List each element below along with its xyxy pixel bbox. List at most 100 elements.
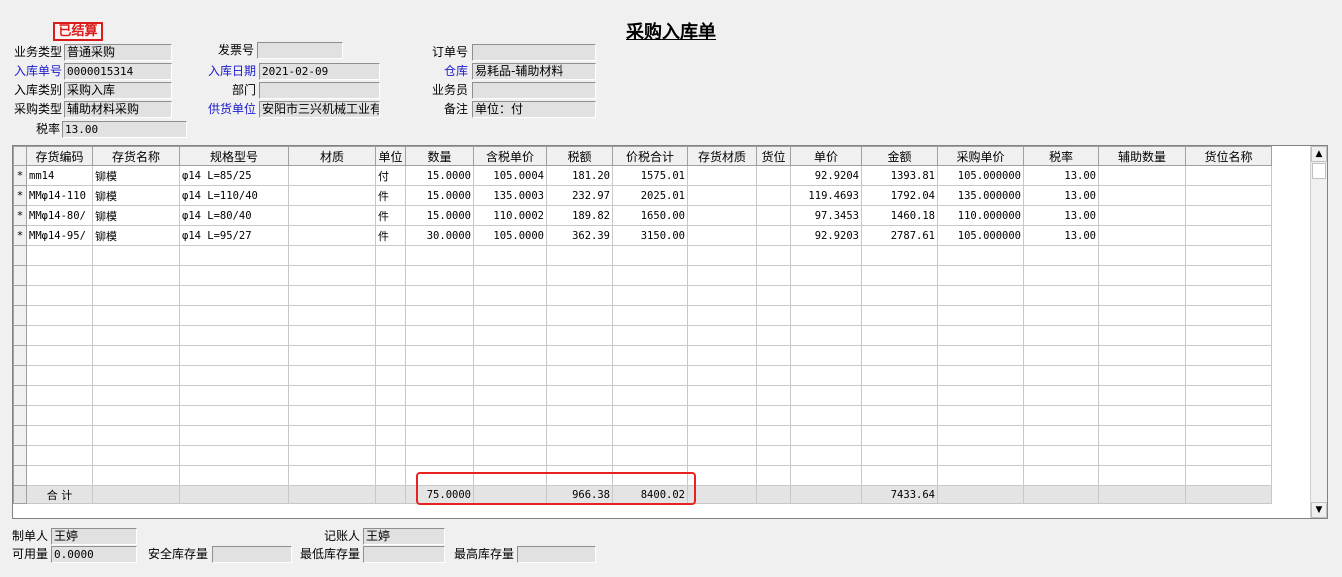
table-cell[interactable] [687, 205, 757, 226]
purchase-type-field[interactable]: 辅助材料采购 [64, 101, 172, 118]
scroll-thumb[interactable] [1312, 163, 1326, 179]
table-cell[interactable]: MMφ14-110 [26, 185, 93, 206]
table-cell[interactable] [1023, 385, 1099, 406]
table-cell[interactable] [1185, 305, 1272, 326]
table-cell[interactable]: 2025.01 [612, 185, 688, 206]
table-cell[interactable] [937, 465, 1024, 486]
table-cell[interactable] [612, 425, 688, 446]
table-cell[interactable]: 119.4693 [790, 185, 862, 206]
table-cell[interactable]: 1460.18 [861, 205, 938, 226]
table-cell[interactable] [288, 165, 376, 186]
table-cell[interactable] [1185, 425, 1272, 446]
table-cell[interactable] [405, 305, 474, 326]
table-cell[interactable] [546, 345, 613, 366]
table-cell[interactable] [790, 425, 862, 446]
table-cell[interactable] [179, 425, 289, 446]
column-header[interactable]: 数量 [405, 146, 474, 166]
table-cell[interactable] [756, 225, 791, 246]
table-cell[interactable]: 件 [375, 185, 406, 206]
table-cell[interactable]: 135.000000 [937, 185, 1024, 206]
table-cell[interactable] [861, 345, 938, 366]
row-indicator[interactable] [13, 345, 27, 366]
table-cell[interactable]: 181.20 [546, 165, 613, 186]
row-indicator[interactable] [13, 425, 27, 446]
row-indicator[interactable] [13, 385, 27, 406]
table-cell[interactable] [92, 385, 180, 406]
table-cell[interactable] [1098, 465, 1186, 486]
table-cell[interactable] [375, 385, 406, 406]
table-cell[interactable] [1098, 405, 1186, 426]
table-cell[interactable] [179, 245, 289, 266]
row-indicator[interactable]: * [13, 165, 27, 186]
order-no-field[interactable] [472, 44, 596, 61]
table-cell[interactable] [473, 285, 547, 306]
maker-field[interactable]: 王婷 [51, 528, 137, 545]
table-cell[interactable]: 1792.04 [861, 185, 938, 206]
table-cell[interactable]: 105.0000 [473, 225, 547, 246]
table-cell[interactable] [687, 245, 757, 266]
receipt-date-label[interactable]: 入库日期 [200, 63, 256, 80]
receipt-no-field[interactable]: 0000015314 [64, 63, 172, 80]
table-cell[interactable]: 105.000000 [937, 225, 1024, 246]
table-cell[interactable]: 3150.00 [612, 225, 688, 246]
table-cell[interactable] [473, 365, 547, 386]
table-cell[interactable] [405, 325, 474, 346]
table-cell[interactable] [756, 165, 791, 186]
table-cell[interactable] [375, 325, 406, 346]
table-cell[interactable] [92, 305, 180, 326]
table-cell[interactable] [1023, 245, 1099, 266]
table-cell[interactable] [1185, 405, 1272, 426]
table-cell[interactable] [473, 405, 547, 426]
column-header[interactable]: 单位 [375, 146, 406, 166]
table-row[interactable]: * MMφ14-110 铆模 φ14 L=110/40 件 15.0000 135.0003… [13, 185, 1272, 206]
table-cell[interactable]: 铆模 [92, 185, 180, 206]
table-cell[interactable] [1185, 165, 1272, 186]
table-cell[interactable] [26, 285, 93, 306]
table-cell[interactable] [756, 465, 791, 486]
table-cell[interactable] [473, 345, 547, 366]
table-cell[interactable] [1185, 225, 1272, 246]
row-indicator[interactable] [13, 265, 27, 286]
row-indicator[interactable]: * [13, 185, 27, 206]
column-header[interactable]: 含税单价 [473, 146, 547, 166]
table-cell[interactable] [790, 445, 862, 466]
column-header[interactable]: 税率 [1023, 146, 1099, 166]
table-cell[interactable] [1098, 285, 1186, 306]
min-stock-field[interactable] [363, 546, 445, 563]
table-cell[interactable] [687, 365, 757, 386]
table-cell[interactable] [375, 305, 406, 326]
table-cell[interactable] [546, 425, 613, 446]
table-cell[interactable] [288, 185, 376, 206]
table-cell[interactable] [1023, 465, 1099, 486]
table-cell[interactable] [546, 365, 613, 386]
warehouse-label[interactable]: 仓库 [418, 63, 468, 80]
table-cell[interactable] [546, 385, 613, 406]
table-cell[interactable] [288, 345, 376, 366]
table-cell[interactable] [375, 265, 406, 286]
table-cell[interactable] [790, 245, 862, 266]
table-cell[interactable] [288, 365, 376, 386]
table-cell[interactable] [288, 385, 376, 406]
row-indicator[interactable] [13, 305, 27, 326]
salesperson-field[interactable] [472, 82, 596, 99]
empty-row[interactable] [13, 425, 1272, 446]
available-qty-field[interactable]: 0.0000 [51, 546, 137, 563]
table-cell[interactable] [1185, 345, 1272, 366]
table-cell[interactable] [179, 305, 289, 326]
scroll-up-icon[interactable]: ▲ [1311, 146, 1327, 162]
table-cell[interactable] [473, 325, 547, 346]
column-header[interactable]: 存货材质 [687, 146, 757, 166]
table-cell[interactable] [405, 245, 474, 266]
table-cell[interactable] [405, 365, 474, 386]
table-cell[interactable] [288, 425, 376, 446]
row-indicator[interactable] [13, 445, 27, 466]
table-cell[interactable] [937, 425, 1024, 446]
invoice-no-field[interactable] [257, 42, 343, 59]
table-cell[interactable]: 232.97 [546, 185, 613, 206]
table-cell[interactable] [26, 245, 93, 266]
table-cell[interactable] [1023, 425, 1099, 446]
table-cell[interactable] [1185, 265, 1272, 286]
table-cell[interactable] [937, 365, 1024, 386]
table-cell[interactable] [1023, 445, 1099, 466]
table-cell[interactable] [687, 465, 757, 486]
